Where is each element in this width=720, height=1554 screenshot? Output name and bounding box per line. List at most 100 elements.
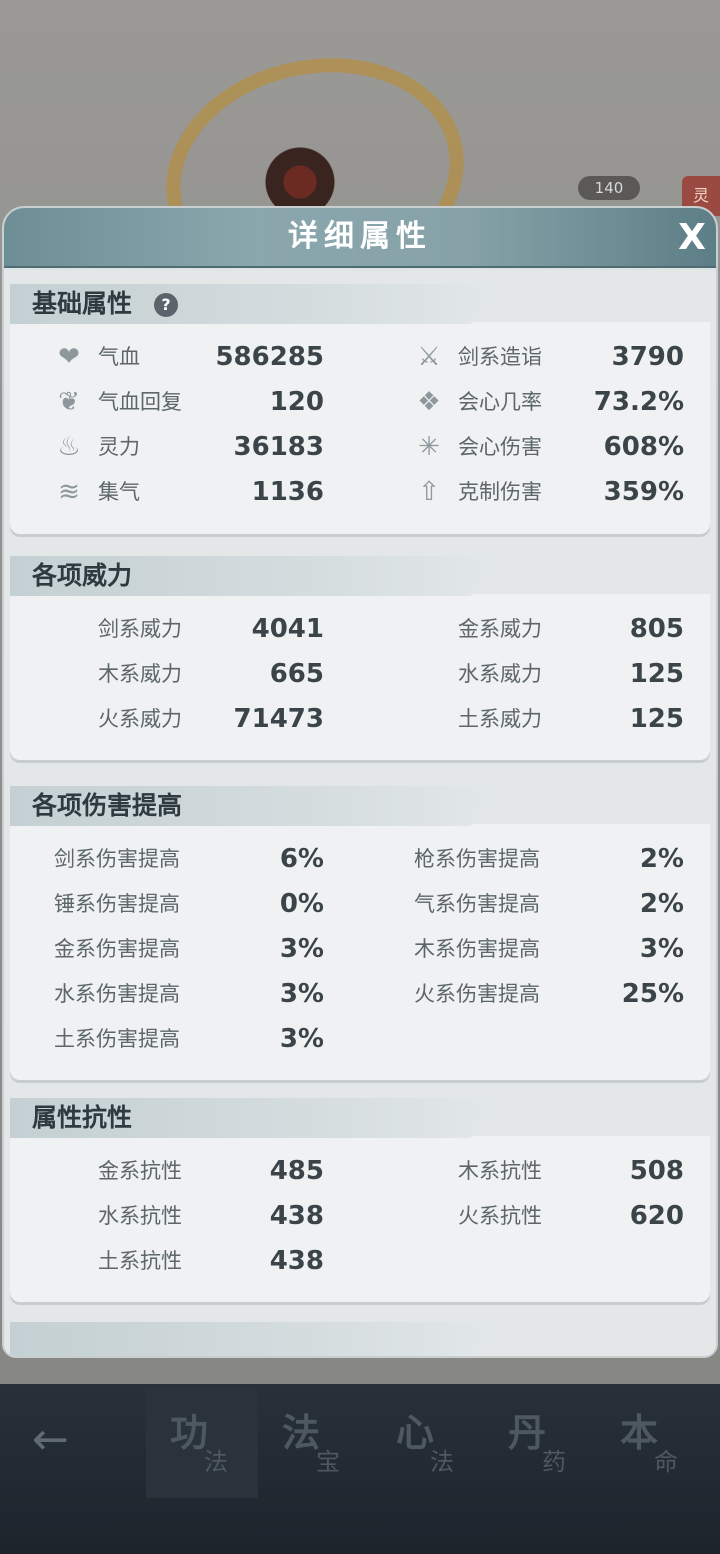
nav-tab-subglyph: 命 <box>654 1448 678 1476</box>
section-header <box>10 1322 500 1356</box>
stat-row: 气系伤害提高 2% <box>370 885 710 925</box>
stat-value: 508 <box>629 1156 684 1186</box>
stat-label: 剑系威力 <box>98 617 182 641</box>
nav-tab-benming[interactable]: 本 命 <box>596 1388 708 1498</box>
stat-row: 木系威力 665 <box>10 655 350 695</box>
stat-row: 木系抗性 508 <box>370 1152 710 1192</box>
stat-row: ♨ 灵力 36183 <box>10 428 350 468</box>
stat-label: 水系抗性 <box>98 1204 182 1228</box>
level-badge: 140 <box>578 176 640 200</box>
counter-icon: ⇧ <box>418 477 440 507</box>
stat-value: 4041 <box>251 614 324 644</box>
stat-value: 36183 <box>233 432 324 462</box>
stat-value: 25% <box>621 979 684 1009</box>
stat-label: 剑系伤害提高 <box>54 847 180 871</box>
stat-value: 0% <box>279 889 324 919</box>
modal-scroll-body[interactable]: 基础属性 ? ❤ 气血 586285 ❦ 气血回复 120 ♨ 灵力 36183… <box>4 270 716 1356</box>
stat-row: 水系威力 125 <box>370 655 710 695</box>
stat-label: 锤系伤害提高 <box>54 892 180 916</box>
sword-icon: ⚔ <box>417 342 441 372</box>
section-title: 各项伤害提高 <box>32 791 183 820</box>
nav-tab-glyph: 法 <box>282 1410 321 1455</box>
stat-value: 438 <box>269 1246 324 1276</box>
stat-label: 灵力 <box>98 435 140 459</box>
stat-value: 3790 <box>611 342 684 372</box>
stat-label: 水系伤害提高 <box>54 982 180 1006</box>
stat-value: 620 <box>629 1201 684 1231</box>
stat-row: 木系伤害提高 3% <box>370 930 710 970</box>
stat-label: 土系抗性 <box>98 1249 182 1273</box>
stat-row: ✳ 会心伤害 608% <box>370 428 710 468</box>
stat-label: 金系伤害提高 <box>54 937 180 961</box>
stat-value: 120 <box>269 387 324 417</box>
stat-label: 会心几率 <box>458 390 542 414</box>
stat-value: 805 <box>629 614 684 644</box>
stat-value: 359% <box>603 477 684 507</box>
crit-damage-icon: ✳ <box>418 432 440 462</box>
nav-tab-gongfa[interactable]: 功 法 <box>146 1388 258 1498</box>
stat-row: 金系伤害提高 3% <box>10 930 350 970</box>
stat-row: ⚔ 剑系造诣 3790 <box>370 338 710 378</box>
stat-label: 火系抗性 <box>458 1204 542 1228</box>
stat-value: 1136 <box>251 477 324 507</box>
stat-row: 土系抗性 438 <box>10 1242 350 1282</box>
stat-value: 608% <box>603 432 684 462</box>
stat-label: 木系威力 <box>98 662 182 686</box>
nav-tab-subglyph: 宝 <box>316 1448 340 1476</box>
stat-row: 土系伤害提高 3% <box>10 1020 350 1060</box>
back-arrow-icon[interactable]: ← <box>32 1418 88 1462</box>
stat-row: ❤ 气血 586285 <box>10 338 350 378</box>
stat-label: 水系威力 <box>458 662 542 686</box>
stat-value: 3% <box>279 1024 324 1054</box>
stat-label: 气血回复 <box>98 390 182 414</box>
stat-value: 665 <box>269 659 324 689</box>
nav-tab-glyph: 本 <box>620 1410 659 1455</box>
stat-row: ❦ 气血回复 120 <box>10 383 350 423</box>
stat-label: 集气 <box>98 480 140 504</box>
stat-value: 73.2% <box>593 387 684 417</box>
stat-row: 锤系伤害提高 0% <box>10 885 350 925</box>
nav-tab-subglyph: 药 <box>542 1448 566 1476</box>
stat-label: 金系威力 <box>458 617 542 641</box>
nav-tab-glyph: 心 <box>396 1410 435 1455</box>
stat-row: 枪系伤害提高 2% <box>370 840 710 880</box>
stat-row: 剑系威力 4041 <box>10 610 350 650</box>
stat-value: 71473 <box>233 704 324 734</box>
section-title: 属性抗性 <box>32 1103 133 1132</box>
stat-value: 3% <box>279 979 324 1009</box>
nav-tab-fabao[interactable]: 法 宝 <box>258 1388 370 1498</box>
attribute-detail-modal: 详细属性 X 基础属性 ? ❤ 气血 586285 ❦ 气血回复 120 ♨ 灵… <box>2 206 718 1358</box>
section-title: 基础属性 <box>32 289 133 318</box>
nav-tab-danyao[interactable]: 丹 药 <box>484 1388 596 1498</box>
stat-value: 125 <box>629 659 684 689</box>
nav-tab-subglyph: 法 <box>430 1448 454 1476</box>
section-title: 各项威力 <box>32 561 133 590</box>
swirl-icon: ≋ <box>58 477 80 507</box>
crit-rate-icon: ❖ <box>417 387 441 417</box>
stat-value: 3% <box>639 934 684 964</box>
stat-label: 火系威力 <box>98 707 182 731</box>
stat-label: 气系伤害提高 <box>414 892 540 916</box>
stat-value: 6% <box>279 844 324 874</box>
close-button[interactable]: X <box>672 216 712 260</box>
stat-label: 金系抗性 <box>98 1159 182 1183</box>
stat-value: 125 <box>629 704 684 734</box>
stat-row: ≋ 集气 1136 <box>10 473 350 513</box>
nav-tab-xinfa[interactable]: 心 法 <box>372 1388 484 1498</box>
heart-icon: ❤ <box>58 342 80 372</box>
stat-label: 枪系伤害提高 <box>414 847 540 871</box>
stat-label: 会心伤害 <box>458 435 542 459</box>
stat-value: 438 <box>269 1201 324 1231</box>
stat-label: 木系伤害提高 <box>414 937 540 961</box>
stat-row: 金系抗性 485 <box>10 1152 350 1192</box>
nav-tab-subglyph: 法 <box>204 1448 228 1476</box>
stat-label: 剑系造诣 <box>458 345 542 369</box>
help-icon[interactable]: ? <box>154 293 178 317</box>
stat-label: 气血 <box>98 345 140 369</box>
stat-value: 2% <box>639 844 684 874</box>
stat-row: ❖ 会心几率 73.2% <box>370 383 710 423</box>
stat-row: 土系威力 125 <box>370 700 710 740</box>
stat-row: 剑系伤害提高 6% <box>10 840 350 880</box>
stat-row: 金系威力 805 <box>370 610 710 650</box>
stat-value: 586285 <box>215 342 324 372</box>
